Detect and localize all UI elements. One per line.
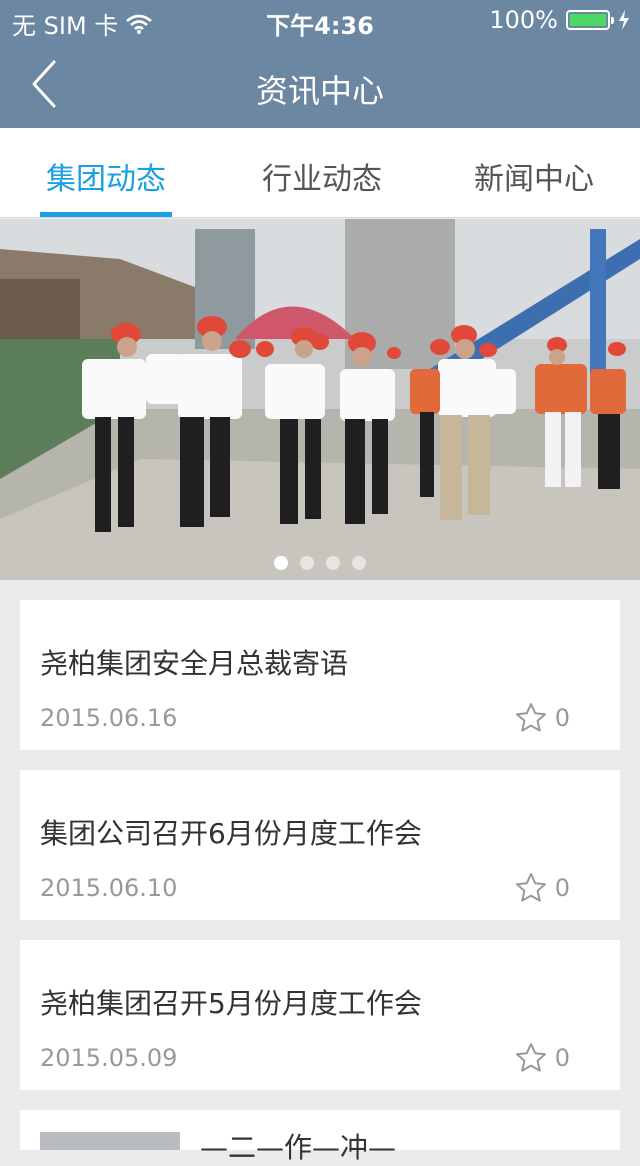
star-outline-icon bbox=[515, 873, 546, 902]
favorite-button[interactable]: 0 bbox=[515, 702, 570, 734]
tab-news-center[interactable]: 新闻中心 bbox=[468, 154, 600, 198]
banner-carousel[interactable] bbox=[0, 219, 640, 580]
favorite-count: 0 bbox=[554, 1044, 570, 1072]
article-card[interactable]: 集团公司召开6月份月度工作会 2015.06.10 0 bbox=[20, 770, 620, 920]
favorite-button[interactable]: 0 bbox=[515, 872, 570, 904]
article-date: 2015.06.16 bbox=[40, 704, 178, 732]
battery-percentage: 100% bbox=[489, 6, 558, 34]
article-title: 尧柏集团安全月总裁寄语 bbox=[40, 647, 349, 680]
carousel-dot[interactable] bbox=[352, 556, 366, 570]
bolt-icon bbox=[619, 10, 629, 30]
article-title: 尧柏集团召开5月份月度工作会 bbox=[40, 987, 422, 1020]
category-tabs: 集团动态 行业动态 新闻中心 bbox=[0, 128, 640, 218]
banner-photo bbox=[0, 219, 640, 580]
article-thumbnail bbox=[40, 1132, 180, 1150]
battery-icon bbox=[566, 10, 614, 30]
navigation-bar: 资讯中心 bbox=[0, 40, 640, 128]
page-title: 资讯中心 bbox=[255, 72, 384, 110]
carousel-dot[interactable] bbox=[326, 556, 340, 570]
carousel-page-indicator[interactable] bbox=[0, 556, 640, 570]
tab-group-news[interactable]: 集团动态 bbox=[40, 154, 172, 198]
carousel-dot-active[interactable] bbox=[274, 556, 288, 570]
tab-industry-news[interactable]: 行业动态 bbox=[256, 154, 388, 198]
article-card[interactable]: 尧柏集团召开5月份月度工作会 2015.05.09 0 bbox=[20, 940, 620, 1090]
star-outline-icon bbox=[515, 703, 546, 732]
article-card[interactable]: 尧柏集团安全月总裁寄语 2015.06.16 0 bbox=[20, 600, 620, 750]
status-bar: 无 SIM 卡 下午4:36 100% bbox=[0, 0, 640, 40]
battery-group: 100% bbox=[489, 6, 630, 34]
active-tab-indicator bbox=[40, 212, 172, 217]
article-title: 集团公司召开6月份月度工作会 bbox=[40, 817, 422, 850]
carousel-dot[interactable] bbox=[300, 556, 314, 570]
article-card-partial[interactable]: —二—作—冲— bbox=[20, 1110, 620, 1164]
article-title: —二—作—冲— bbox=[200, 1131, 397, 1164]
favorite-button[interactable]: 0 bbox=[515, 1042, 570, 1074]
article-date: 2015.06.10 bbox=[40, 874, 178, 902]
article-date: 2015.05.09 bbox=[40, 1044, 178, 1072]
favorite-count: 0 bbox=[554, 874, 570, 902]
favorite-count: 0 bbox=[554, 704, 570, 732]
star-outline-icon bbox=[515, 1043, 546, 1072]
